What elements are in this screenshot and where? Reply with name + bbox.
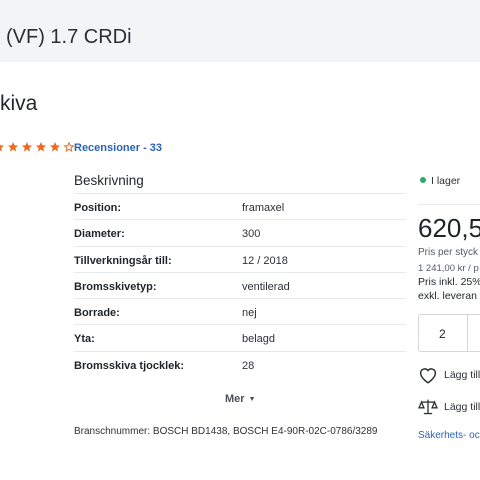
delivery-label: exkl. leveran <box>418 290 477 302</box>
spec-key: Tillverkningsår till: <box>74 254 172 267</box>
spec-value: nej <box>242 307 257 320</box>
safety-info-link[interactable]: Säkerhets- oc <box>418 430 480 441</box>
star-full-icon <box>50 142 60 152</box>
product-title: kiva <box>0 92 38 115</box>
star-full-icon <box>0 144 4 152</box>
table-row: Diameter: 300 <box>74 220 406 247</box>
price-alt: 1 241,00 kr / p <box>418 263 479 274</box>
quantity-value[interactable]: 2 <box>439 327 446 341</box>
reviews-link[interactable]: Recensioner - 33 <box>74 142 162 154</box>
spec-key: Borrade: <box>74 307 120 320</box>
spec-value: ventilerad <box>242 280 290 293</box>
vehicle-header-bar: (VF) 1.7 CRDi <box>0 0 480 62</box>
spec-table: Position: framaxel Diameter: 300 Tillver… <box>74 194 406 378</box>
stock-label: I lager <box>431 175 461 187</box>
quantity-stepper[interactable]: 2 <box>418 314 480 352</box>
star-full-icon <box>36 142 46 152</box>
rating-stars <box>0 141 75 153</box>
divider <box>467 315 468 351</box>
scale-icon <box>418 399 438 415</box>
add-to-favorites-button[interactable]: Lägg till <box>418 366 480 384</box>
in-stock-dot-icon <box>420 177 426 183</box>
divider <box>418 204 480 205</box>
table-row: Yta: belagd <box>74 325 406 352</box>
branch-numbers: Branschnummer: BOSCH BD1438, BOSCH E4-90… <box>74 426 378 437</box>
spec-value: 12 / 2018 <box>242 254 288 267</box>
spec-value: belagd <box>242 333 276 346</box>
star-full-icon <box>22 142 32 152</box>
vehicle-title: (VF) 1.7 CRDi <box>6 26 132 48</box>
description-title: Beskrivning <box>74 173 144 188</box>
spec-value: framaxel <box>242 202 285 214</box>
spec-value: 300 <box>242 228 261 241</box>
spec-key: Bromsskiva tjocklek: <box>74 359 185 372</box>
heart-icon <box>419 368 437 384</box>
vat-label: Pris inkl. 25% <box>418 276 480 288</box>
spec-key: Bromsskivetyp: <box>74 280 157 293</box>
table-row: Borrade: nej <box>74 299 406 326</box>
table-row: Position: framaxel <box>74 194 406 221</box>
add-to-compare-button[interactable]: Lägg till <box>418 398 480 416</box>
table-row: Bromsskiva tjocklek: 28 <box>74 352 406 378</box>
chevron-down-icon: ▼ <box>248 396 256 403</box>
spec-key: Diameter: <box>74 228 125 241</box>
spec-value: 28 <box>242 359 255 372</box>
table-row: Tillverkningsår till: 12 / 2018 <box>74 247 406 273</box>
favorites-label: Lägg till <box>444 369 480 381</box>
price: 620,5 <box>418 213 480 243</box>
stock-status: I lager <box>420 175 460 187</box>
spec-key: Yta: <box>74 333 95 346</box>
compare-label: Lägg till <box>444 401 480 413</box>
price-per-label: Pris per styck <box>418 247 479 258</box>
spec-key: Position: <box>74 202 122 214</box>
table-row: Bromsskivetyp: ventilerad <box>74 273 406 300</box>
more-label: Mer <box>225 393 245 405</box>
more-button[interactable]: Mer ▼ <box>225 393 256 405</box>
star-full-icon <box>8 142 18 152</box>
